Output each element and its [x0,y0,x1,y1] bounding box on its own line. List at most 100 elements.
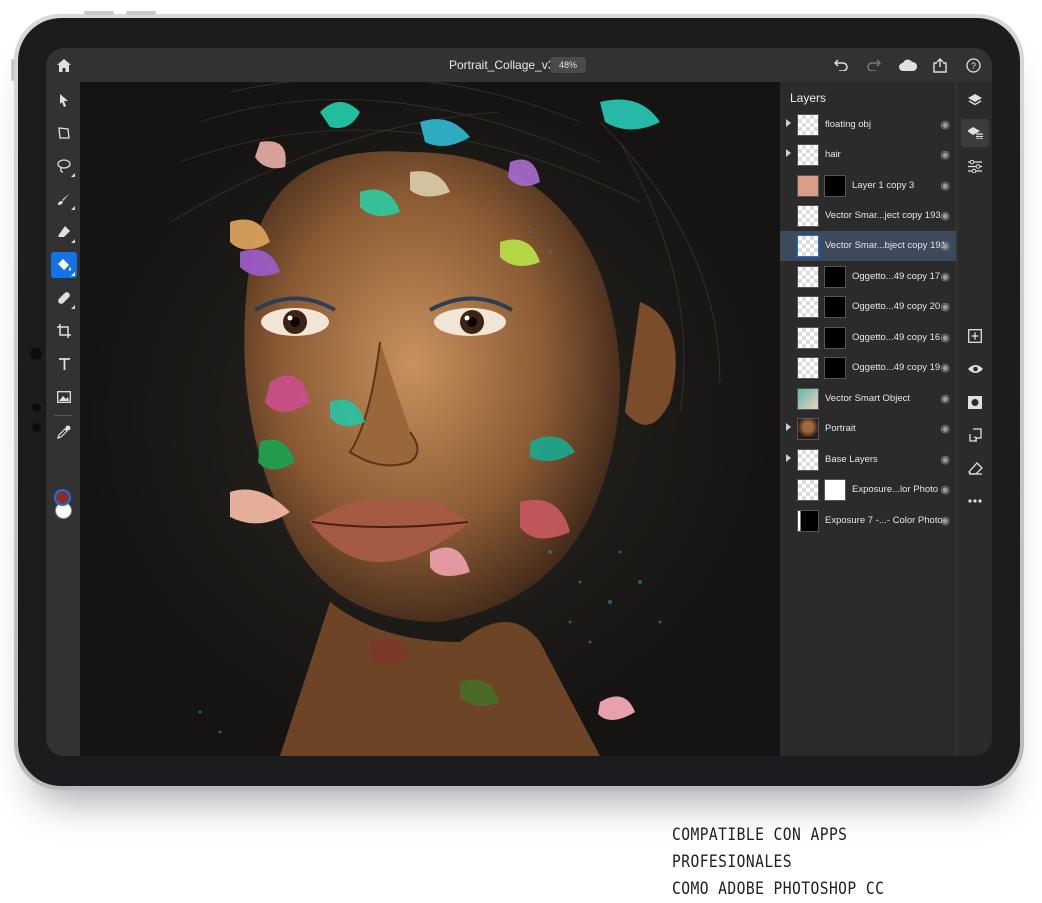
type-icon [58,357,70,370]
layer-name: Oggetto...49 copy 19 [852,362,941,373]
layer-name: Vector Smar...ject copy 193 [825,210,941,221]
layer-row[interactable]: Exposure...lor Photo ◉ [780,475,956,505]
home-icon[interactable] [55,56,73,74]
canvas[interactable] [80,82,780,756]
add-layer-icon[interactable] [961,322,989,350]
caption-line-1: COMPATIBLE CON APPS PROFESIONALES [672,825,848,872]
eye-icon[interactable]: ◉ [940,483,950,496]
layer-mask-thumbnail [824,479,846,501]
image-icon [57,391,71,403]
layer-name: Vector Smar...bject copy 191 [825,240,946,251]
layer-name: Exposure...lor Photo [852,484,939,495]
redo-icon[interactable] [865,56,883,74]
arrow-icon [60,93,68,107]
visibility-icon[interactable] [961,355,989,383]
type-tool[interactable] [51,351,77,377]
volume-button [84,11,114,15]
panel-icon-rail [956,82,992,756]
caption-line-2: COMO ADOBE PHOTOSHOP CC [672,879,885,899]
layer-name: Exposure 7 -...- Color Photo [825,515,943,526]
brush-icon [58,193,70,205]
adjustments-icon[interactable] [961,152,989,180]
layer-row[interactable]: Oggetto...49 copy 20 ◉ [780,292,956,322]
eye-icon[interactable]: ◉ [940,331,950,344]
layer-thumbnail [797,296,819,318]
layer-thumbnail [797,510,819,532]
layer-name: hair [825,149,841,160]
undo-icon[interactable] [832,56,850,74]
app-screen: Portrait_Collage_v3 48% ? Layers floatin… [46,48,992,756]
expand-arrow-icon[interactable] [786,454,791,462]
eye-icon[interactable]: ◉ [940,209,950,222]
layer-properties-icon[interactable] [961,119,989,147]
more-icon[interactable] [961,487,989,515]
top-bar: Portrait_Collage_v3 48% ? [46,48,992,82]
eyedropper-tool[interactable] [51,419,77,445]
layer-thumbnail [797,235,819,257]
crop-tool[interactable] [51,318,77,344]
help-icon[interactable]: ? [964,56,982,74]
layer-row[interactable]: Layer 1 copy 3 ◉ [780,171,956,201]
document-title[interactable]: Portrait_Collage_v3 [449,58,554,72]
layer-name: Oggetto...49 copy 16 [852,332,941,343]
layer-thumbnail [797,388,819,410]
side-button [11,59,15,81]
layer-row[interactable]: floating obj ◉ [780,110,956,140]
layers-icon[interactable] [961,86,989,114]
eye-icon[interactable]: ◉ [940,453,950,466]
layer-row-selected[interactable]: Vector Smar...bject copy 191 ◉ [780,231,956,261]
zoom-level[interactable]: 48% [550,57,586,73]
eye-icon[interactable]: ◉ [940,239,950,252]
layer-name: Base Layers [825,454,878,465]
layers-panel: Layers floating obj ◉ hair ◉ Layer 1 cop… [780,82,956,756]
layer-thumbnail [797,357,819,379]
select-tool[interactable] [51,87,77,113]
mask-icon[interactable] [961,388,989,416]
layer-row[interactable]: Vector Smar...ject copy 193 ◉ [780,201,956,231]
eraser-layer-icon[interactable] [961,454,989,482]
brush-tool[interactable] [51,186,77,212]
layer-row[interactable]: Vector Smart Object ◉ [780,384,956,414]
layer-row[interactable]: Oggetto...49 copy 16 ◉ [780,323,956,353]
layer-row[interactable]: Oggetto...49 copy 17 ◉ [780,262,956,292]
eraser-tool[interactable] [51,219,77,245]
layer-name: Oggetto...49 copy 20 [852,301,941,312]
lasso-tool[interactable] [51,153,77,179]
paint-bucket-icon [57,258,71,271]
sensor [32,403,41,412]
layer-thumbnail [797,175,819,197]
merge-icon[interactable] [961,421,989,449]
eye-icon[interactable]: ◉ [940,270,950,283]
eye-icon[interactable]: ◉ [940,392,950,405]
sensor [32,423,41,432]
cloud-icon[interactable] [898,56,918,74]
transform-icon [58,127,70,139]
eye-icon[interactable]: ◉ [940,361,950,374]
layer-row[interactable]: Base Layers ◉ [780,445,956,475]
eye-icon[interactable]: ◉ [940,148,950,161]
transform-tool[interactable] [51,120,77,146]
layer-row[interactable]: hair ◉ [780,140,956,170]
layer-mask-thumbnail [824,357,846,379]
camera [30,348,42,360]
layer-row[interactable]: Oggetto...49 copy 19 ◉ [780,353,956,383]
share-icon[interactable] [931,56,949,74]
expand-arrow-icon[interactable] [786,119,791,127]
layer-row[interactable]: Portrait ◉ [780,414,956,444]
fill-tool[interactable] [51,252,77,278]
expand-arrow-icon[interactable] [786,149,791,157]
image-tool[interactable] [51,384,77,410]
eye-icon[interactable]: ◉ [940,300,950,313]
foreground-color-swatch[interactable] [54,489,71,506]
layer-mask-thumbnail [824,296,846,318]
healing-tool[interactable] [51,285,77,311]
layer-row[interactable]: Exposure 7 -...- Color Photo ◉ [780,506,956,536]
tool-bar [46,82,80,756]
layer-mask-thumbnail [824,175,846,197]
eye-icon[interactable]: ◉ [940,118,950,131]
eye-icon[interactable]: ◉ [940,514,950,527]
eye-icon[interactable]: ◉ [940,179,950,192]
expand-arrow-icon[interactable] [786,423,791,431]
eye-icon[interactable]: ◉ [940,422,950,435]
layer-thumbnail [797,205,819,227]
